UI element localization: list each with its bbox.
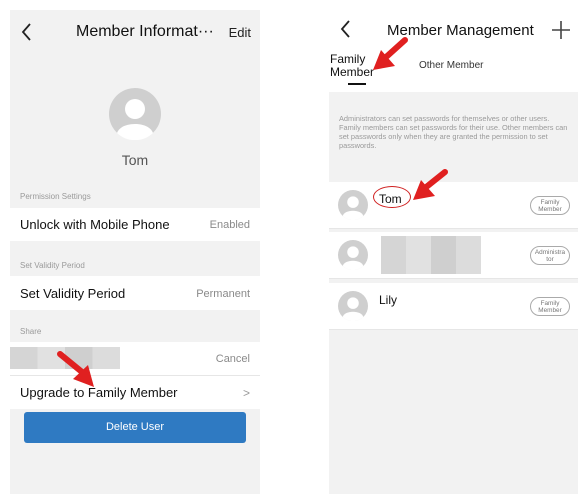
- user-avatar-icon: [109, 88, 161, 141]
- user-avatar-icon: [338, 291, 368, 322]
- badge-text: Family: [540, 199, 560, 206]
- badge-text: Family: [540, 300, 560, 307]
- role-badge: Family Member: [530, 297, 570, 316]
- tab-other-member[interactable]: Other Member: [419, 60, 483, 71]
- nav-bar: Member Informat··· Edit: [10, 10, 260, 56]
- badge-text: Administra: [534, 249, 566, 256]
- tab-family-member[interactable]: Family Member: [330, 53, 374, 79]
- divider: [329, 278, 578, 279]
- badge-text: tor: [546, 256, 554, 264]
- cancel-share-button[interactable]: Cancel: [216, 353, 250, 365]
- unlock-mobile-row[interactable]: Unlock with Mobile Phone Enabled: [10, 208, 260, 241]
- user-avatar-icon: [338, 240, 368, 271]
- section-label-validity: Set Validity Period: [20, 261, 85, 270]
- member-name: Lily: [379, 293, 398, 307]
- active-tab-indicator: [348, 83, 366, 85]
- user-avatar-icon: [338, 190, 368, 221]
- delete-user-button[interactable]: Delete User: [24, 412, 246, 443]
- avatar: [338, 291, 368, 322]
- member-management-screen: Member Management Family Member Other Me…: [329, 10, 578, 494]
- divider: [329, 329, 578, 330]
- back-button[interactable]: [337, 18, 355, 40]
- validity-period-row[interactable]: Set Validity Period Permanent: [10, 276, 260, 310]
- badge-text: Member: [538, 307, 562, 315]
- member-list-item[interactable]: Lily Family Member: [329, 283, 578, 329]
- avatar: [338, 240, 368, 271]
- upgrade-family-row[interactable]: Upgrade to Family Member >: [10, 376, 260, 409]
- info-description: Administrators can set passwords for the…: [339, 114, 568, 150]
- share-row: Cancel: [10, 342, 260, 375]
- member-information-screen: Member Informat··· Edit Tom Permission S…: [10, 10, 260, 494]
- avatar: [338, 190, 368, 221]
- member-name: Tom: [121, 152, 149, 168]
- row-label: Set Validity Period: [20, 286, 126, 301]
- row-label: Unlock with Mobile Phone: [20, 217, 170, 232]
- annotation-circle: [373, 186, 411, 208]
- member-profile: Tom: [10, 88, 260, 168]
- section-label-permission: Permission Settings: [20, 192, 91, 201]
- row-value: Permanent: [196, 288, 250, 300]
- annotation-arrow-icon: [373, 37, 408, 70]
- nav-bar: Member Management: [329, 10, 578, 48]
- member-list-item[interactable]: Tom Family Member: [329, 182, 578, 228]
- chevron-left-icon: [340, 20, 350, 38]
- divider: [329, 228, 578, 229]
- member-tabs: Family Member Other Member: [329, 48, 578, 92]
- plus-icon: [552, 21, 570, 39]
- page-title: Member Informat···: [76, 23, 214, 40]
- badge-text: Member: [538, 206, 562, 214]
- add-member-button[interactable]: [550, 19, 572, 41]
- role-badge: Family Member: [530, 196, 570, 215]
- chevron-right-icon: >: [242, 386, 250, 400]
- edit-button[interactable]: Edit: [229, 25, 251, 40]
- section-label-share: Share: [20, 327, 42, 336]
- member-list-item[interactable]: Administra tor: [329, 232, 578, 278]
- avatar: [109, 88, 161, 141]
- annotation-arrow-icon: [413, 169, 448, 200]
- role-badge: Administra tor: [530, 246, 570, 265]
- chevron-left-icon: [21, 23, 31, 41]
- back-button[interactable]: [18, 21, 36, 43]
- redacted-content: [381, 236, 481, 274]
- tab-label: Member: [330, 65, 375, 79]
- row-value: Enabled: [209, 219, 250, 231]
- annotation-arrow-icon: [57, 351, 94, 387]
